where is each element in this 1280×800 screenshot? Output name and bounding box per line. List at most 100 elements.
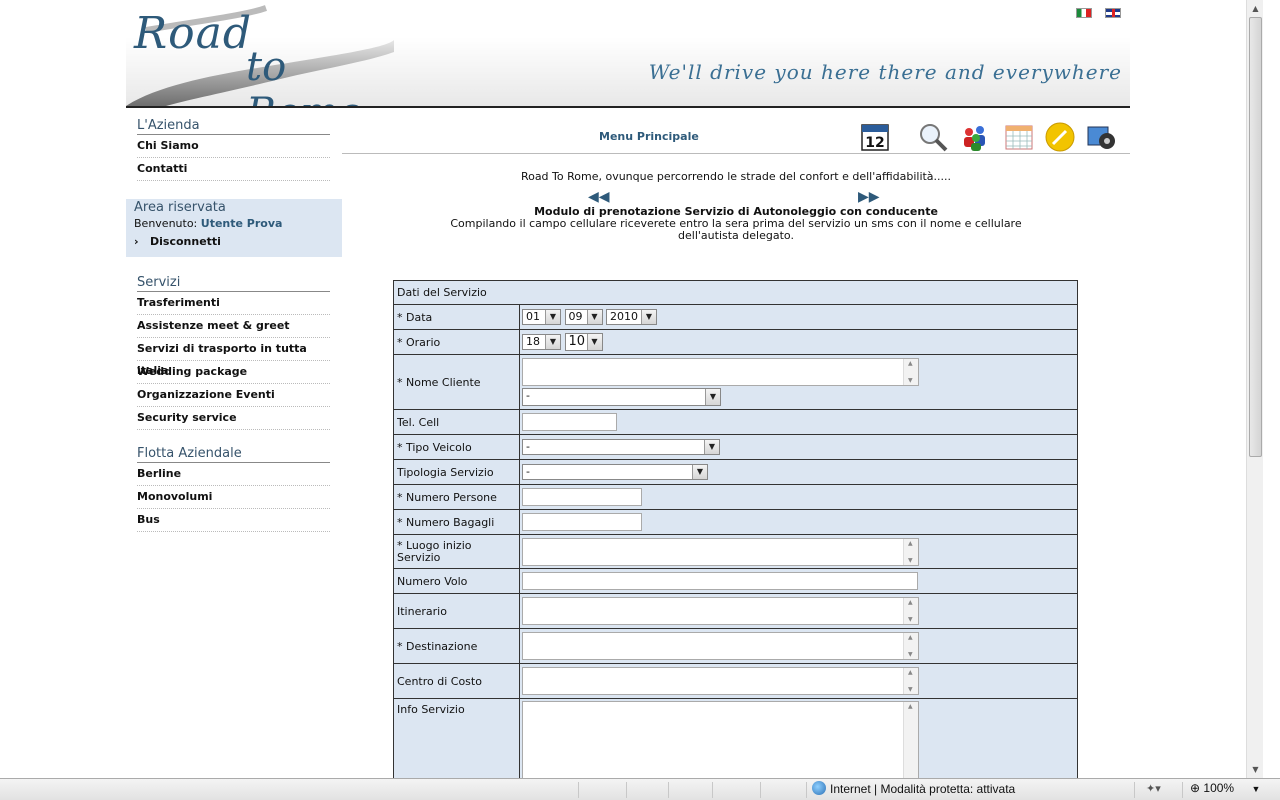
tipo-veicolo-select[interactable]: - ▼ bbox=[522, 439, 720, 455]
sidebar-link-trasporto-italia[interactable]: Servizi di trasporto in tutta italia bbox=[137, 338, 330, 377]
numero-bagagli-input[interactable] bbox=[522, 513, 642, 531]
sidebar-link-contatti[interactable]: Contatti bbox=[137, 158, 330, 181]
english-flag-icon[interactable] bbox=[1105, 8, 1121, 18]
sidebar-link-berline[interactable]: Berline bbox=[137, 463, 330, 486]
numero-volo-input[interactable] bbox=[522, 572, 918, 590]
row-numero-persone: * Numero Persone bbox=[393, 484, 1078, 510]
sidebar-link-chi-siamo[interactable]: Chi Siamo bbox=[137, 135, 330, 158]
tipo-veicolo-value: - bbox=[526, 440, 530, 453]
section-title: Servizi bbox=[137, 275, 330, 292]
tel-cell-input[interactable] bbox=[522, 413, 617, 431]
info-servizio-textarea[interactable] bbox=[522, 701, 919, 778]
sidebar-link-wedding[interactable]: Wedding package bbox=[137, 361, 330, 384]
nome-cliente-textarea[interactable] bbox=[522, 358, 919, 386]
hour-select[interactable]: 18 ▼ bbox=[522, 334, 561, 350]
label-nome-cliente: * Nome Cliente bbox=[393, 354, 520, 410]
form-description: Compilando il campo cellulare riceverete… bbox=[450, 217, 1022, 242]
row-tipo-veicolo: * Tipo Veicolo - ▼ bbox=[393, 434, 1078, 460]
sidebar-link-security[interactable]: Security service bbox=[137, 407, 330, 430]
sidebar-link-eventi[interactable]: Organizzazione Eventi bbox=[137, 384, 330, 407]
scroll-up-icon[interactable]: ▲ bbox=[1247, 0, 1263, 17]
row-centro-costo: Centro di Costo bbox=[393, 663, 1078, 699]
row-nome-cliente: * Nome Cliente -▼ bbox=[393, 354, 1078, 410]
year-value: 2010 bbox=[610, 310, 638, 323]
tagline: We'll drive you here there and everywher… bbox=[648, 60, 1122, 84]
tipologia-servizio-select[interactable]: - ▼ bbox=[522, 464, 708, 480]
label-tipologia-servizio: Tipologia Servizio bbox=[393, 459, 520, 485]
zoom-level: 100% bbox=[1203, 781, 1235, 795]
destinazione-textarea[interactable] bbox=[522, 632, 919, 660]
day-select[interactable]: 01 ▼ bbox=[522, 309, 561, 325]
scrollbar-thumb[interactable] bbox=[1249, 17, 1262, 457]
logout-link[interactable]: › Disconnetti bbox=[134, 235, 334, 248]
sidebar-link-monovolumi[interactable]: Monovolumi bbox=[137, 486, 330, 509]
month-select[interactable]: 09 ▼ bbox=[564, 309, 603, 325]
year-select[interactable]: 2010 ▼ bbox=[606, 309, 657, 325]
chevron-down-icon: ▼ bbox=[1251, 784, 1261, 794]
next-arrow-icon[interactable]: ▶▶ bbox=[858, 189, 880, 205]
chevron-right-icon: › bbox=[134, 235, 139, 248]
scrollbar[interactable] bbox=[903, 668, 918, 694]
users-icon[interactable] bbox=[960, 122, 990, 152]
row-tipologia-servizio: Tipologia Servizio - ▼ bbox=[393, 459, 1078, 485]
sidebar-link-meet-greet[interactable]: Assistenze meet & greet bbox=[137, 315, 330, 338]
status-divider bbox=[626, 782, 627, 798]
page-nav: ◀◀ ▶▶ bbox=[342, 189, 1130, 207]
sidebar-section-flotta: Flotta Aziendale Berline Monovolumi Bus bbox=[126, 430, 342, 532]
sidebar: L'Azienda Chi Siamo Contatti Area riserv… bbox=[126, 110, 342, 532]
schedule-icon[interactable] bbox=[1004, 122, 1034, 152]
label-numero-volo: Numero Volo bbox=[393, 568, 520, 594]
numero-persone-input[interactable] bbox=[522, 488, 642, 506]
row-tel-cell: Tel. Cell bbox=[393, 409, 1078, 435]
booking-form-table: Dati del Servizio * Data 01 ▼ 09 ▼ 2010 ▼ *… bbox=[393, 280, 1078, 778]
logout-label: Disconnetti bbox=[150, 235, 221, 248]
vertical-scrollbar[interactable]: ▲ ▼ bbox=[1246, 0, 1263, 778]
security-zone[interactable]: Internet | Modalità protetta: attivata bbox=[812, 781, 1015, 796]
row-destinazione: * Destinazione bbox=[393, 628, 1078, 664]
luogo-inizio-textarea[interactable] bbox=[522, 537, 919, 566]
label-info-servizio: Info Servizio bbox=[393, 698, 520, 778]
nome-cliente-select[interactable]: - ▼ bbox=[522, 388, 721, 406]
scrollbar[interactable] bbox=[903, 702, 918, 778]
section-title: L'Azienda bbox=[137, 118, 330, 135]
chevron-down-icon: ▼ bbox=[545, 310, 560, 324]
section-title: Area riservata bbox=[134, 200, 226, 215]
row-orario: * Orario 18 ▼ 10 ▼ bbox=[393, 329, 1078, 355]
form-section-header: Dati del Servizio bbox=[393, 280, 1078, 305]
minute-value: 10 bbox=[568, 334, 586, 349]
road-to-rome-logo[interactable]: Road to Rome bbox=[126, 0, 394, 106]
zone-label: Internet | Modalità protetta: attivata bbox=[830, 782, 1016, 796]
centro-costo-textarea[interactable] bbox=[522, 667, 919, 695]
chevron-down-icon: ▼ bbox=[545, 335, 560, 349]
scrollbar[interactable] bbox=[903, 538, 918, 565]
status-divider bbox=[1182, 782, 1183, 798]
tools-icon[interactable] bbox=[1045, 122, 1075, 152]
status-divider bbox=[806, 782, 807, 798]
previous-arrow-icon[interactable]: ◀◀ bbox=[588, 189, 610, 205]
zoom-control[interactable]: ⊕ 100% ▼ bbox=[1190, 781, 1260, 795]
minute-select[interactable]: 10 ▼ bbox=[564, 333, 603, 351]
welcome-text: Benvenuto: Utente Prova bbox=[134, 217, 334, 230]
status-divider bbox=[668, 782, 669, 798]
italian-flag-icon[interactable] bbox=[1076, 8, 1092, 18]
calendar-icon[interactable]: 12 bbox=[860, 122, 890, 152]
search-icon[interactable] bbox=[918, 122, 948, 152]
scrollbar[interactable] bbox=[903, 633, 918, 659]
tipologia-servizio-value: - bbox=[526, 465, 530, 478]
chevron-down-icon: ▼ bbox=[704, 440, 719, 454]
popup-blocker-icon[interactable]: ✦▾ bbox=[1146, 782, 1161, 795]
site-header: Road to Rome We'll drive you here there … bbox=[126, 0, 1130, 108]
sidebar-link-bus[interactable]: Bus bbox=[137, 509, 330, 532]
itinerario-textarea[interactable] bbox=[522, 597, 919, 625]
logo-text-to: to Rome bbox=[246, 44, 362, 106]
row-data: * Data 01 ▼ 09 ▼ 2010 ▼ bbox=[393, 304, 1078, 330]
sidebar-section-servizi: Servizi Trasferimenti Assistenze meet & … bbox=[126, 257, 342, 430]
label-destinazione: * Destinazione bbox=[393, 628, 520, 664]
scrollbar[interactable] bbox=[903, 359, 918, 385]
sidebar-link-trasferimenti[interactable]: Trasferimenti bbox=[137, 292, 330, 315]
vehicle-settings-icon[interactable] bbox=[1087, 122, 1117, 152]
chevron-down-icon: ▼ bbox=[692, 465, 707, 479]
scroll-down-icon[interactable]: ▼ bbox=[1247, 761, 1263, 778]
status-divider bbox=[760, 782, 761, 798]
scrollbar[interactable] bbox=[903, 598, 918, 624]
